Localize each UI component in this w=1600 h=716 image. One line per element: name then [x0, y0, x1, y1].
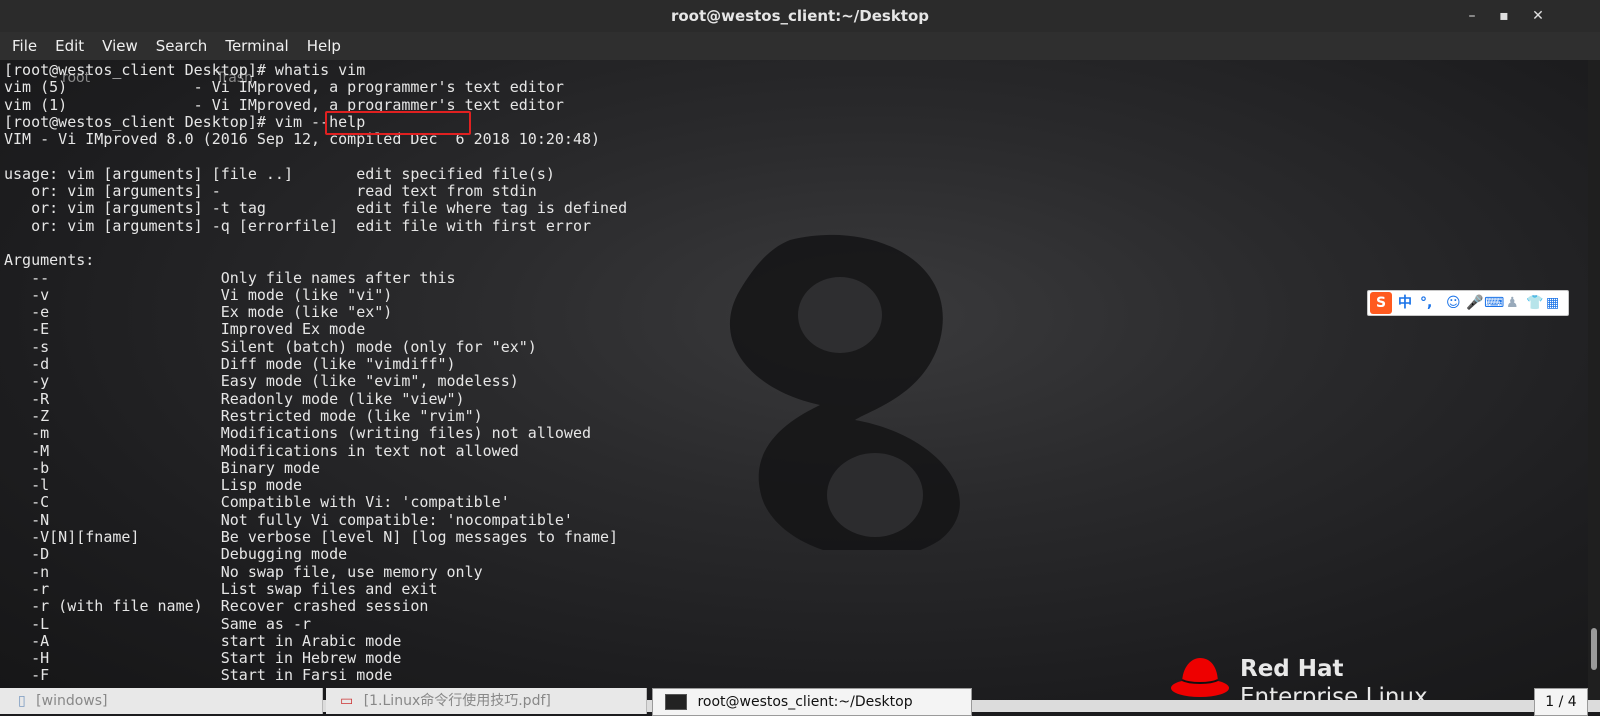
scrollbar-thumb[interactable]	[1591, 628, 1597, 670]
terminal-line: or: vim [arguments] - read text from std…	[4, 182, 537, 201]
wallpaper-eight-graphic	[729, 234, 960, 550]
ime-punct-toggle[interactable]: °,	[1420, 293, 1432, 313]
folder-icon: ▯	[18, 693, 26, 709]
menu-search[interactable]: Search	[147, 32, 217, 60]
menu-view[interactable]: View	[93, 32, 147, 60]
terminal-line: -D Debugging mode	[4, 545, 348, 564]
taskbar-item-pdf[interactable]: ▭ [1.Linux命令行使用技巧.pdf]	[326, 688, 647, 714]
taskbar: ▯ [windows] ▭ [1.Linux命令行使用技巧.pdf] root@…	[0, 688, 1600, 716]
pdf-icon: ▭	[340, 693, 354, 709]
close-button[interactable]: ✕	[1530, 8, 1546, 24]
terminal-line: -V[N][fname] Be verbose [level N] [log m…	[4, 528, 619, 547]
terminal-line: Arguments:	[4, 251, 95, 270]
taskbar-item-label: [1.Linux命令行使用技巧.pdf]	[363, 693, 551, 709]
terminal-line: -R Readonly mode (like "view")	[4, 389, 465, 408]
terminal-line: -E Improved Ex mode	[4, 320, 366, 339]
smiley-icon[interactable]: ☺	[1446, 293, 1461, 313]
terminal-line: -l Lisp mode	[4, 476, 303, 495]
terminal-line: -s Silent (batch) mode (only for "ex")	[4, 337, 537, 356]
microphone-icon[interactable]: 🎤	[1466, 293, 1483, 313]
command-highlight-box	[325, 111, 471, 135]
maximize-icon: ▪	[1499, 8, 1509, 24]
minimize-icon: –	[1468, 8, 1476, 24]
ime-logo-icon[interactable]: S	[1370, 292, 1392, 314]
window-title: root@westos_client:~/Desktop	[670, 7, 930, 25]
terminal-icon	[665, 694, 687, 710]
terminal-line: -v Vi mode (like "vi")	[4, 285, 393, 304]
terminal-line: -y Easy mode (like "evim", modeless)	[4, 372, 519, 391]
menu-help[interactable]: Help	[298, 32, 350, 60]
menu-file[interactable]: File	[0, 32, 46, 60]
terminal-line: -- Only file names after this	[4, 268, 456, 287]
terminal-line: [root@westos_client Desktop]# vim --help	[4, 112, 366, 131]
terminal-line: -Z Restricted mode (like "rvim")	[4, 406, 483, 425]
maximize-button[interactable]: ▪	[1496, 8, 1512, 24]
terminal-line: -r (with file name) Recover crashed sess…	[4, 597, 429, 616]
terminal-line: or: vim [arguments] -t tag edit file whe…	[4, 199, 628, 218]
terminal-scrollbar[interactable]	[1588, 60, 1600, 700]
terminal-line: -e Ex mode (like "ex")	[4, 303, 393, 322]
terminal-line: -M Modifications in text not allowed	[4, 441, 519, 460]
terminal-line: -n No swap file, use memory only	[4, 562, 483, 581]
terminal-line: -L Same as -r	[4, 614, 312, 633]
taskbar-item-windows[interactable]: ▯ [windows]	[0, 688, 323, 714]
terminal-line: -C Compatible with Vi: 'compatible'	[4, 493, 510, 512]
terminal-line: vim (5) - Vi IMproved, a programmer's te…	[4, 78, 564, 97]
terminal-area[interactable]: root Trash Red Hat Enterprise Linux [roo…	[0, 60, 1588, 700]
terminal-line: -A start in Arabic mode	[4, 631, 402, 650]
user-icon[interactable]: ♟	[1506, 293, 1519, 313]
terminal-line: -H Start in Hebrew mode	[4, 649, 402, 668]
terminal-line: -F Start in Farsi mode	[4, 666, 393, 685]
brand-line2: Enterprise Linux	[1240, 684, 1428, 700]
redhat-hat-icon	[1171, 658, 1229, 697]
menubar: File Edit View Search Terminal Help	[0, 32, 1600, 60]
terminal-line: [root@westos_client Desktop]# whatis vim	[4, 61, 366, 79]
brand-line1: Red Hat	[1240, 656, 1344, 682]
close-icon: ✕	[1532, 8, 1544, 24]
terminal-line: -d Diff mode (like "vimdiff")	[4, 355, 456, 374]
terminal-line: VIM - Vi IMproved 8.0 (2016 Sep 12, comp…	[4, 130, 601, 149]
terminal-line: usage: vim [arguments] [file ..] edit sp…	[4, 164, 555, 183]
ime-mode-toggle[interactable]: 中	[1398, 293, 1412, 313]
terminal-line: or: vim [arguments] -q [errorfile] edit …	[4, 216, 591, 235]
terminal-line: -m Modifications (writing files) not all…	[4, 424, 591, 443]
terminal-line: -r List swap files and exit	[4, 579, 438, 598]
taskbar-item-label: root@westos_client:~/Desktop	[697, 694, 913, 710]
terminal-line: vim (1) - Vi IMproved, a programmer's te…	[4, 95, 564, 114]
menu-terminal[interactable]: Terminal	[216, 32, 297, 60]
redhat-logo: Red Hat Enterprise Linux	[1170, 656, 1490, 700]
minimize-button[interactable]: –	[1464, 8, 1480, 24]
taskbar-item-label: [windows]	[36, 693, 108, 709]
terminal-line: -b Binary mode	[4, 458, 321, 477]
ime-toolbar[interactable]: S 中 °, ☺ 🎤 ⌨ ♟ 👕 ▦	[1367, 290, 1569, 316]
window-titlebar: root@westos_client:~/Desktop – ▪ ✕	[0, 0, 1600, 32]
menu-edit[interactable]: Edit	[46, 32, 93, 60]
keyboard-icon[interactable]: ⌨	[1484, 293, 1504, 313]
terminal-line: -N Not fully Vi compatible: 'nocompatibl…	[4, 510, 573, 529]
grid-icon[interactable]: ▦	[1546, 293, 1559, 313]
terminal-output: [root@westos_client Desktop]# whatis vim…	[4, 61, 628, 685]
shirt-icon[interactable]: 👕	[1526, 293, 1543, 313]
